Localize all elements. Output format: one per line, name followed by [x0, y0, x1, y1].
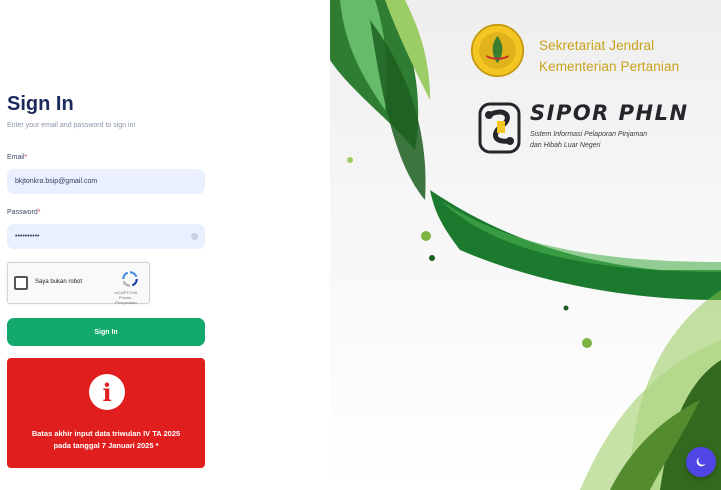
- required-mark: *: [37, 209, 41, 216]
- app-description-line1: Sistem Informasi Pelaporan Pinjaman: [530, 131, 648, 138]
- alert-message: Batas akhir input data triwulan IV TA 20…: [13, 428, 199, 452]
- required-mark: *: [24, 154, 28, 161]
- signin-button[interactable]: Sign In: [7, 318, 205, 346]
- email-label-text: Email: [7, 154, 25, 161]
- page-title: Sign In: [7, 93, 74, 115]
- moon-icon: [696, 457, 706, 467]
- captcha-checkbox[interactable]: [14, 276, 28, 290]
- org-name-line2: Kementerian Pertanian: [539, 59, 680, 74]
- deadline-alert: i Batas akhir input data triwulan IV TA …: [7, 358, 205, 468]
- recaptcha-icon: [122, 271, 138, 287]
- email-label: Email*: [7, 154, 27, 161]
- eye-icon[interactable]: [191, 233, 198, 240]
- email-value: bkjtonkra.bsip@gmail.com: [15, 178, 98, 185]
- captcha-label: Saya bukan robot: [35, 279, 83, 285]
- org-name-line1: Sekretariat Jendral: [539, 38, 655, 53]
- password-value: ••••••••••: [15, 233, 40, 240]
- password-label: Password*: [7, 209, 40, 216]
- recaptcha-widget: Saya bukan robot reCAPTCHA Privasi - Pers…: [7, 262, 150, 305]
- password-field[interactable]: ••••••••••: [7, 224, 205, 249]
- login-page: Sign In Enter your email and password to…: [0, 0, 721, 490]
- captcha-links[interactable]: Privasi - Persyaratan: [115, 295, 137, 305]
- signin-form-panel: Sign In Enter your email and password to…: [0, 0, 330, 490]
- sipor-logo-icon: [478, 102, 521, 154]
- alert-message-line1: Batas akhir input data triwulan IV TA 20…: [31, 429, 181, 438]
- email-field[interactable]: bkjtonkra.bsip@gmail.com: [7, 169, 205, 194]
- password-label-text: Password: [7, 209, 38, 216]
- theme-toggle-button[interactable]: [686, 447, 716, 477]
- page-subtitle: Enter your email and password to sign in…: [7, 122, 136, 129]
- app-description-line2: dan Hibah Luar Negeri: [530, 142, 601, 149]
- ministry-seal-icon: [470, 23, 525, 78]
- alert-message-line2: pada tanggal 7 Januari 2025 *: [53, 441, 159, 450]
- captcha-footer: reCAPTCHA Privasi - Persyaratan: [109, 290, 143, 305]
- app-name: SIPOR PHLN: [530, 101, 689, 125]
- info-icon: i: [89, 374, 125, 410]
